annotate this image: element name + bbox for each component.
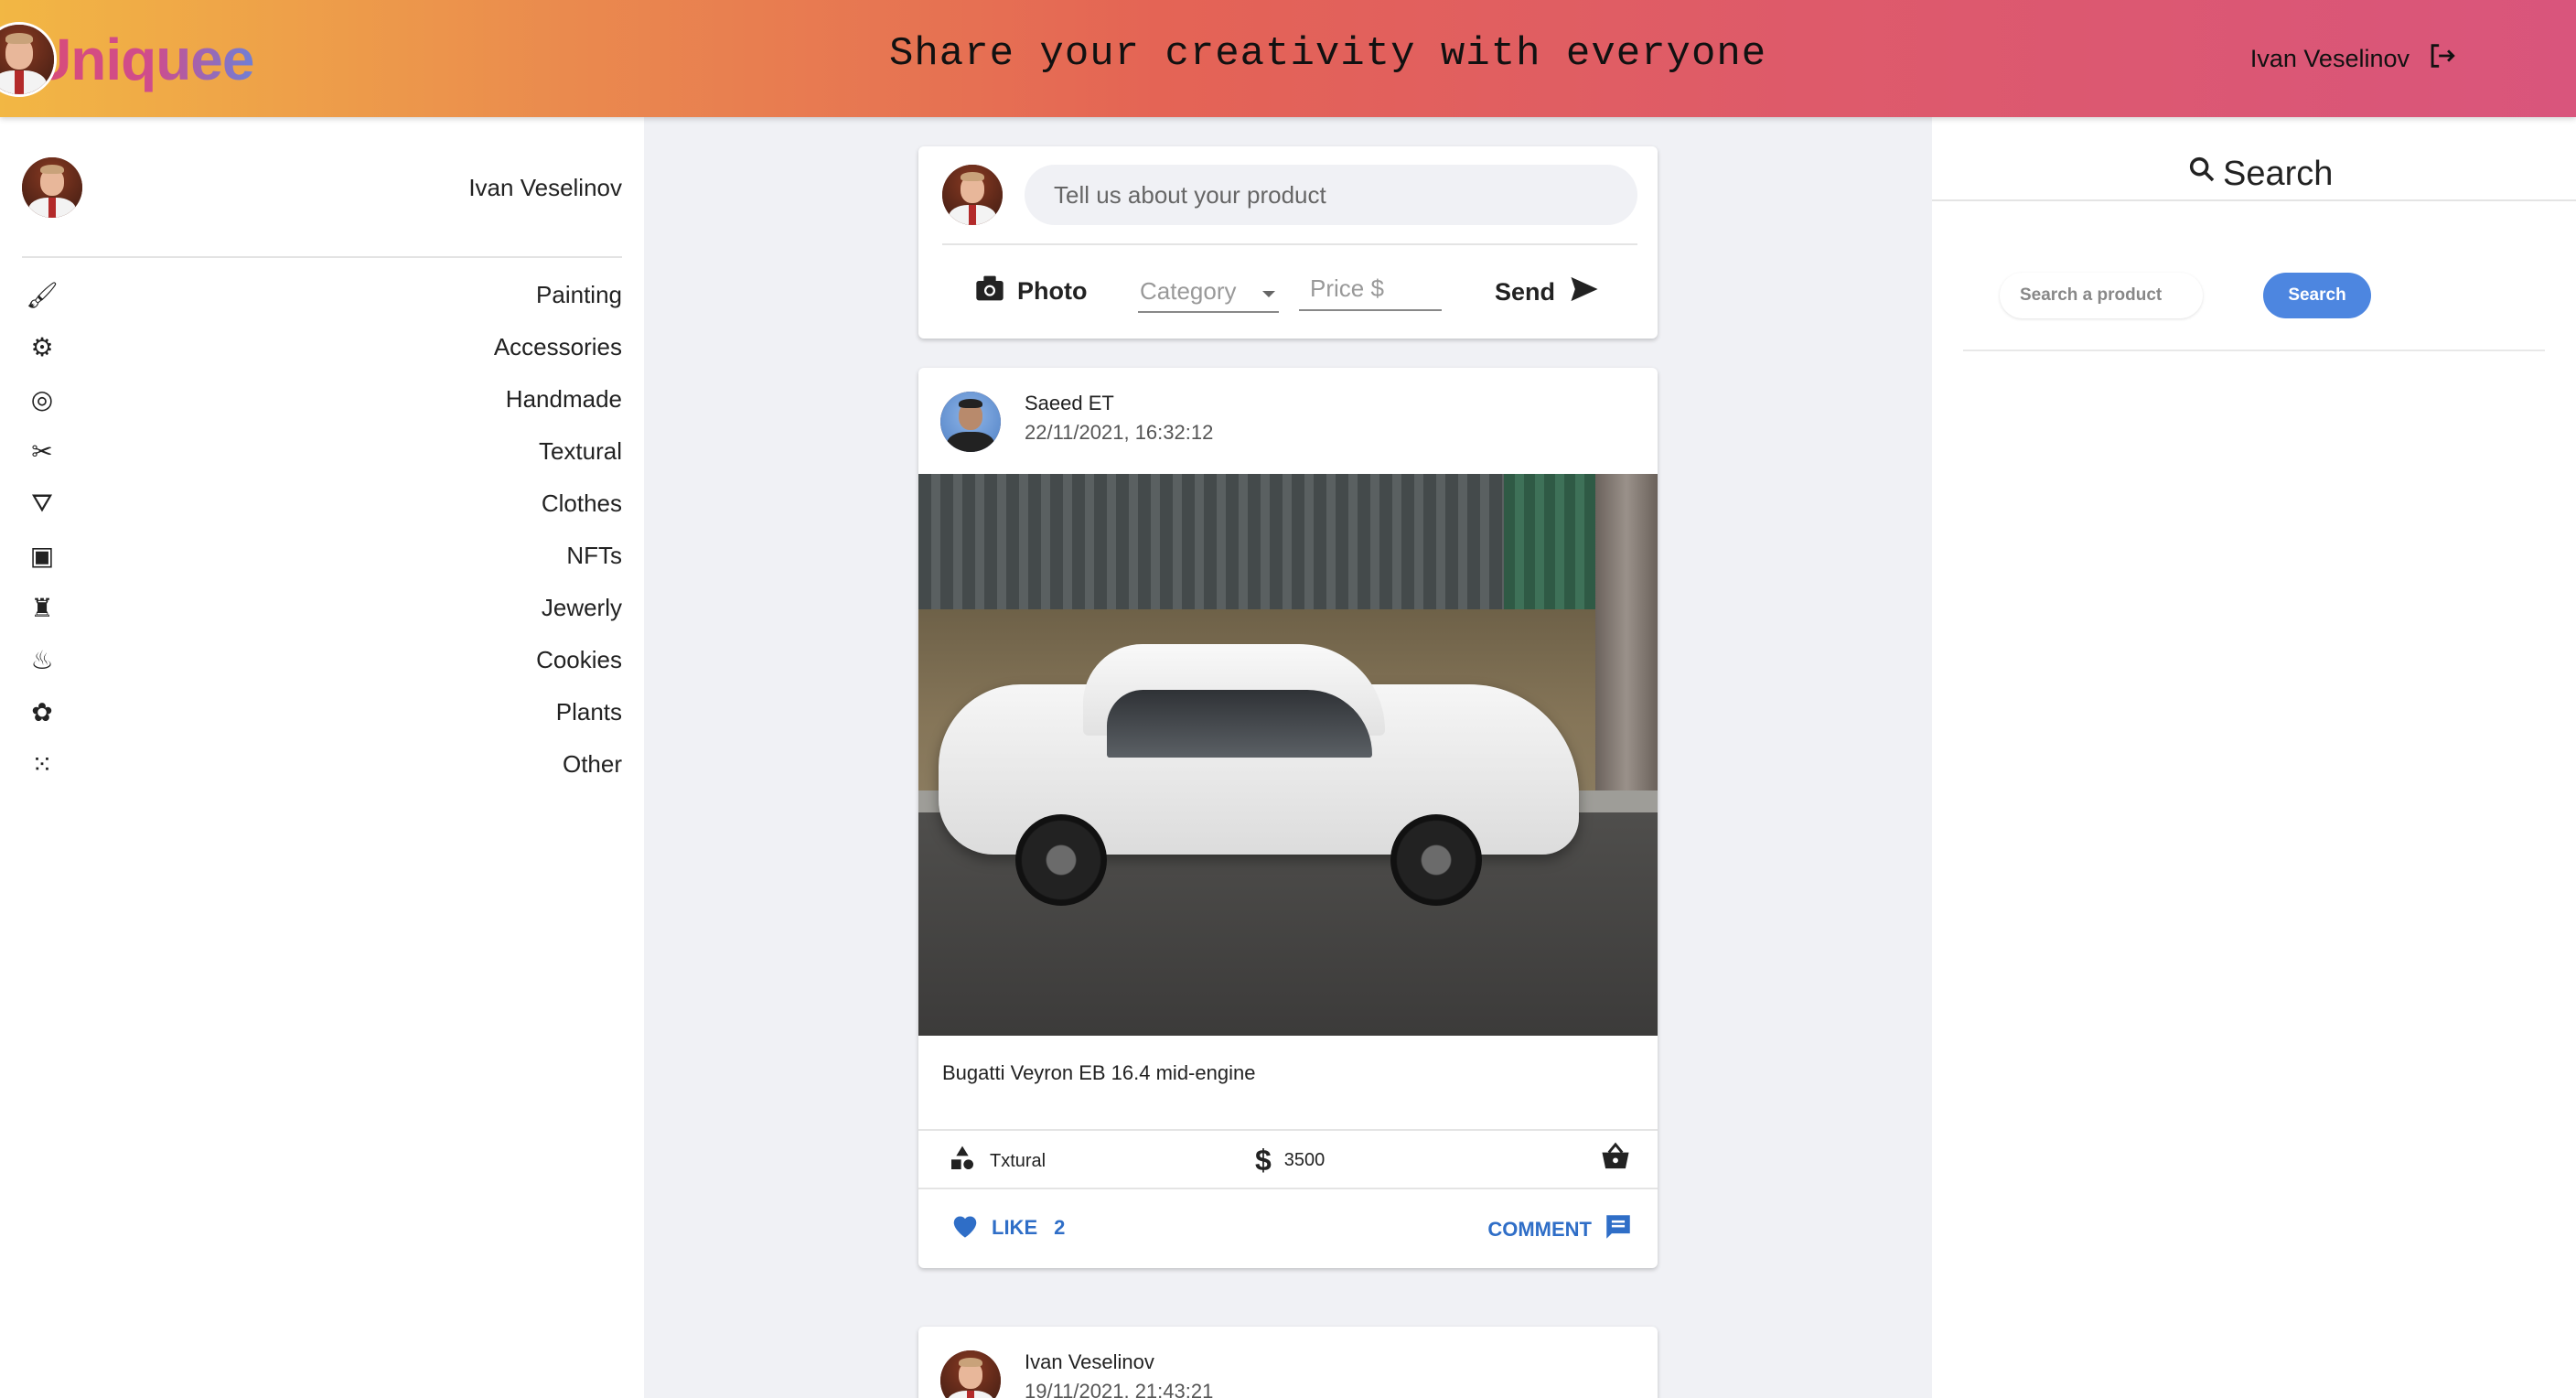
category-select[interactable]: Category [1138, 271, 1279, 313]
top-header: Uniquee Share your creativity with every… [0, 0, 2576, 117]
send-label: Send [1495, 278, 1556, 306]
send-icon [1568, 274, 1601, 310]
sidebar-item-label: Painting [536, 281, 622, 308]
category-list: 🖌 Painting ⚙ Accessories ◎ Handmade ✂ Te… [22, 269, 622, 790]
sidebar-item-accessories[interactable]: ⚙ Accessories [22, 321, 622, 373]
avatar [942, 165, 1003, 225]
camera-icon [975, 274, 1004, 308]
header-user: Ivan Veselinov [2250, 40, 2457, 78]
brush-icon: 🖌 [26, 281, 59, 309]
post-price-value: 3500 [1283, 1150, 1326, 1170]
sidebar-item-handmade[interactable]: ◎ Handmade [22, 373, 622, 425]
category-placeholder: Category [1140, 276, 1237, 305]
sidebar-item-label: Clothes [541, 489, 622, 517]
sidebar-item-jewerly[interactable]: ♜ Jewerly [22, 582, 622, 634]
post-category-label: Txtural [990, 1150, 1046, 1171]
sidebar-item-painting[interactable]: 🖌 Painting [22, 269, 622, 321]
divider [942, 243, 1637, 245]
post-composer: Tell us about your product Photo Categor… [918, 146, 1658, 339]
header-tagline: Share your creativity with everyone [889, 31, 1767, 77]
logout-icon[interactable] [2426, 40, 2457, 78]
divider [22, 256, 622, 258]
comment-icon [1603, 1211, 1634, 1248]
fingerprint-icon: ◎ [30, 385, 54, 414]
header-user-name: Ivan Veselinov [2249, 45, 2410, 72]
robot-icon: ▣ [29, 542, 55, 570]
sidebar-item-label: NFTs [566, 542, 622, 569]
scissors-icon: ✂ [31, 437, 53, 466]
comment-button[interactable]: COMMENT [1487, 1211, 1634, 1248]
dollar-icon: $ [1255, 1144, 1272, 1177]
send-button[interactable]: Send [1495, 274, 1601, 310]
composer-input[interactable]: Tell us about your product [1025, 165, 1637, 225]
shapes-icon [948, 1144, 977, 1178]
photo-label: Photo [1017, 277, 1088, 305]
post-date: 19/11/2021, 21:43:21 [1025, 1380, 1214, 1398]
search-heading: Search [2186, 154, 2333, 194]
dots-grid-icon: ⁙ [31, 750, 53, 779]
post-card: Ivan Veselinov 19/11/2021, 21:43:21 [918, 1327, 1658, 1398]
sidebar-item-clothes[interactable]: ⛛ Clothes [22, 478, 622, 530]
like-count: 2 [1054, 1216, 1066, 1239]
post-card: Saeed ET 22/11/2021, 16:32:12 Bugatti Ve… [918, 368, 1658, 1268]
cake-icon: ♨ [30, 646, 54, 674]
sidebar-item-label: Accessories [493, 333, 622, 360]
sidebar-item-label: Handmade [505, 385, 622, 413]
right-sidebar: Search Search a product Search [1932, 117, 2576, 1398]
chevron-down-icon [1261, 277, 1277, 306]
sidebar-item-nfts[interactable]: ▣ NFTs [22, 530, 622, 582]
header-avatar[interactable] [0, 22, 57, 97]
sidebar-item-other[interactable]: ⁙ Other [22, 738, 622, 790]
left-sidebar: Ivan Veselinov 🖌 Painting ⚙ Accessories … [0, 117, 644, 1398]
divider [918, 1129, 1658, 1131]
post-date: 22/11/2021, 16:32:12 [1025, 421, 1214, 444]
search-title-text: Search [2223, 154, 2334, 193]
sidebar-item-label: Jewerly [541, 594, 622, 621]
basket-icon[interactable] [1599, 1142, 1632, 1178]
like-button[interactable]: LIKE 2 [950, 1211, 1065, 1244]
avatar[interactable] [940, 392, 1001, 452]
search-input[interactable]: Search a product [2000, 273, 2203, 318]
divider [1932, 199, 2576, 201]
comment-label: COMMENT [1487, 1218, 1592, 1241]
sidebar-item-plants[interactable]: ✿ Plants [22, 686, 622, 738]
heart-icon [950, 1211, 981, 1244]
post-price: $ 3500 [1255, 1144, 1325, 1178]
avatar[interactable] [940, 1350, 1001, 1398]
sidebar-user-name: Ivan Veselinov [468, 174, 622, 201]
divider [1963, 350, 2545, 351]
search-button[interactable]: Search [2263, 273, 2371, 318]
post-author[interactable]: Ivan Veselinov [1025, 1350, 1154, 1374]
photo-button[interactable]: Photo [975, 274, 1087, 308]
like-label: LIKE [992, 1216, 1038, 1239]
sidebar-item-textural[interactable]: ✂ Textural [22, 425, 622, 478]
sidebar-item-label: Textural [538, 437, 622, 465]
divider [918, 1188, 1658, 1189]
post-description: Bugatti Veyron EB 16.4 mid-engine [942, 1061, 1256, 1084]
sidebar-item-cookies[interactable]: ♨ Cookies [22, 634, 622, 686]
app-logo[interactable]: Uniquee [29, 26, 254, 93]
medal-icon: ♜ [30, 594, 54, 622]
flower-icon: ✿ [31, 698, 53, 726]
post-image [918, 474, 1658, 1036]
price-input[interactable]: Price $ [1299, 267, 1442, 311]
avatar [22, 157, 82, 218]
sidebar-item-label: Other [562, 750, 622, 778]
wheel-icon: ⚙ [30, 333, 54, 361]
search-icon [2186, 154, 2217, 194]
sidebar-item-label: Cookies [536, 646, 622, 673]
hanger-icon: ⛛ [31, 489, 53, 517]
post-author[interactable]: Saeed ET [1025, 392, 1114, 415]
sidebar-profile[interactable]: Ivan Veselinov [22, 157, 622, 218]
post-category: Txtural [948, 1144, 1046, 1178]
sidebar-item-label: Plants [555, 698, 622, 726]
